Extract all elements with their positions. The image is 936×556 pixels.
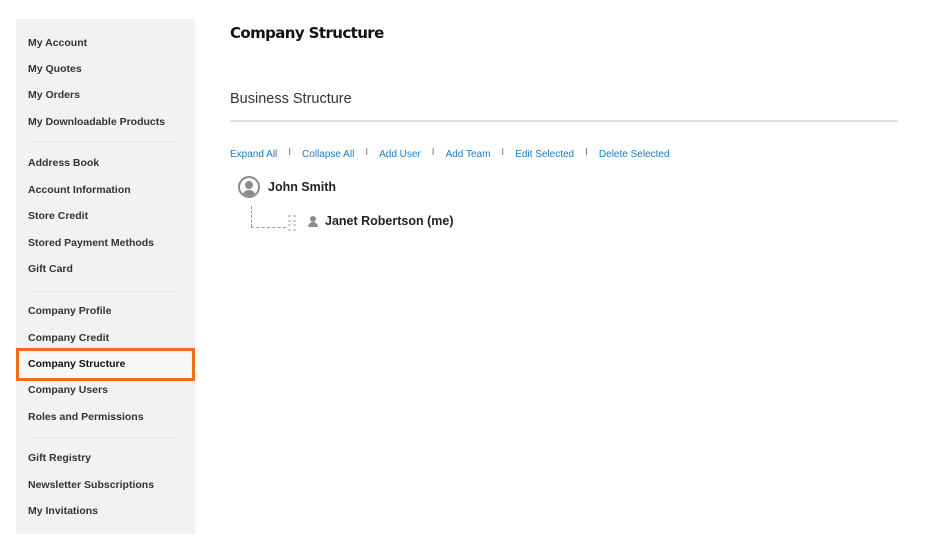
sidebar-item-my-downloadable-products[interactable]: My Downloadable Products <box>28 115 165 129</box>
expand-all-link[interactable]: Expand All <box>230 149 277 160</box>
sidebar-item-company-structure-active[interactable]: Company Structure <box>16 348 195 381</box>
sidebar-item-account-information[interactable]: Account Information <box>28 183 131 197</box>
tree-node-child[interactable]: Janet Robertson (me) <box>308 214 454 228</box>
sidebar-item-company-profile[interactable]: Company Profile <box>28 304 111 318</box>
add-user-link[interactable]: Add User <box>379 149 421 160</box>
add-team-link[interactable]: Add Team <box>446 149 491 160</box>
sidebar-item-company-users[interactable]: Company Users <box>28 383 108 397</box>
sidebar-item-my-account[interactable]: My Account <box>28 36 87 50</box>
sidebar-item-address-book[interactable]: Address Book <box>28 156 99 170</box>
sidebar-item-company-structure[interactable]: Company Structure <box>28 357 125 371</box>
tree-connector <box>251 227 286 228</box>
user-icon <box>308 215 318 227</box>
sidebar-item-my-quotes[interactable]: My Quotes <box>28 62 82 76</box>
sidebar-divider <box>32 141 179 142</box>
edit-selected-link[interactable]: Edit Selected <box>515 149 574 160</box>
account-sidebar: My Account My Quotes My Orders My Downlo… <box>16 19 195 534</box>
sidebar-item-my-orders[interactable]: My Orders <box>28 88 80 102</box>
action-separator: I <box>501 147 505 158</box>
action-separator: I <box>585 147 588 158</box>
section-divider <box>230 120 898 122</box>
action-separator: I <box>365 147 369 158</box>
tree-connector <box>251 206 252 227</box>
tree-node-name[interactable]: Janet Robertson (me) <box>325 214 454 228</box>
sidebar-item-stored-payment-methods[interactable]: Stored Payment Methods <box>28 236 154 250</box>
collapse-all-link[interactable]: Collapse All <box>302 149 354 160</box>
sidebar-item-store-credit[interactable]: Store Credit <box>28 209 88 223</box>
action-separator: I <box>288 147 292 158</box>
sidebar-item-gift-card[interactable]: Gift Card <box>28 262 73 276</box>
sidebar-item-newsletter-subscriptions[interactable]: Newsletter Subscriptions <box>28 478 154 492</box>
sidebar-divider <box>32 291 179 292</box>
user-circle-icon <box>238 176 260 198</box>
action-separator: I <box>431 147 435 158</box>
sidebar-item-my-invitations[interactable]: My Invitations <box>28 504 98 518</box>
sidebar-item-gift-registry[interactable]: Gift Registry <box>28 451 91 465</box>
sidebar-divider <box>32 437 179 438</box>
drag-handle-icon[interactable] <box>288 215 296 231</box>
page-title: Company Structure <box>230 24 384 42</box>
sidebar-item-roles-and-permissions[interactable]: Roles and Permissions <box>28 410 144 424</box>
section-title: Business Structure <box>230 91 352 107</box>
tree-node-name[interactable]: John Smith <box>268 180 336 194</box>
sidebar-item-company-credit[interactable]: Company Credit <box>28 331 109 345</box>
delete-selected-link[interactable]: Delete Selected <box>599 149 670 160</box>
tree-node-root[interactable]: John Smith <box>238 176 336 198</box>
tree-actions-toolbar: Expand All I Collapse All I Add User I A… <box>230 147 670 160</box>
